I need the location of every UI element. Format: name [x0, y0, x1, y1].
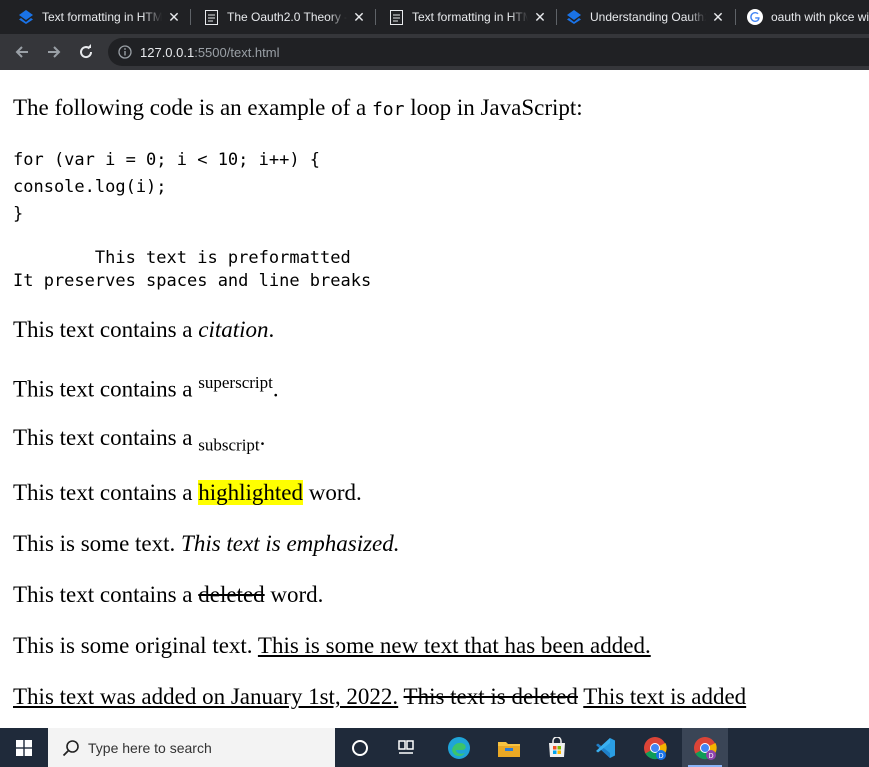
task-view-button[interactable]: [383, 728, 429, 767]
pre-line-2: It preserves spaces and line breaks: [13, 271, 372, 291]
cortana-icon: [352, 739, 368, 756]
highlight-text: This text contains a: [13, 480, 199, 505]
superscript-text: This text contains a: [13, 376, 199, 402]
citation-text: This text contains a: [13, 317, 199, 342]
pre-line-1: This text is preformatted: [13, 248, 351, 268]
task-view-icon: [398, 739, 414, 754]
url-path: :5500/text.html: [194, 44, 280, 60]
emphasized-text: This text is emphasized.: [181, 531, 400, 556]
svg-text:D: D: [658, 753, 663, 760]
highlight-text-end: word.: [303, 480, 362, 505]
document-icon: [203, 9, 219, 25]
url-host: 127.0.0.1: [140, 44, 195, 60]
tab-strip: Text formatting in HTM ✕ The Oauth2.0 Th…: [0, 0, 869, 34]
code-line-1: for (var i = 0; i < 10; i++) {: [13, 150, 321, 170]
deleted-text-end: word.: [264, 582, 324, 607]
inserted-text: This is some new text that has been adde…: [257, 633, 651, 658]
tab-title: oauth with pkce wi: [771, 10, 869, 24]
tab-separator: [735, 9, 736, 25]
deleted-text: This text contains a: [13, 582, 199, 607]
vscode-button[interactable]: [582, 728, 628, 767]
inserted-date-text: This text was added on January 1st, 2022…: [13, 684, 399, 709]
tab-separator: [190, 9, 191, 25]
period: .: [272, 376, 279, 402]
taskbar-search-box[interactable]: Type here to search: [48, 728, 335, 767]
emphasis-paragraph: This is some text. This text is emphasiz…: [13, 531, 400, 557]
edge-icon: [448, 736, 470, 759]
chrome-button-active[interactable]: D: [682, 728, 728, 767]
close-icon[interactable]: ✕: [532, 9, 548, 26]
added-text: This text is added: [583, 684, 747, 709]
subscript-word: subscript: [198, 435, 260, 455]
superscript-paragraph: This text contains a superscript.: [13, 373, 279, 403]
code-line-3: }: [13, 204, 24, 224]
svg-text:D: D: [708, 753, 713, 760]
tab-title: The Oauth2.0 Theory -: [227, 10, 347, 24]
tab-oauth-pkce[interactable]: oauth with pkce wi: [737, 0, 869, 34]
document-icon: [388, 9, 404, 25]
tab-text-formatting-1[interactable]: Text formatting in HTM ✕: [8, 0, 188, 34]
highlighted-word: highlighted: [198, 480, 304, 505]
edge-button[interactable]: [436, 728, 482, 767]
period: .: [259, 425, 266, 450]
stack-icon: [566, 9, 582, 25]
search-placeholder: Type here to search: [88, 739, 212, 756]
store-button[interactable]: [534, 728, 580, 767]
forward-button[interactable]: [42, 40, 66, 64]
stack-icon: [18, 9, 34, 25]
google-icon: [747, 9, 763, 25]
deleted-word: deleted: [198, 582, 265, 607]
deleted-text-strike: This text is deleted: [403, 684, 578, 709]
citation-word: citation: [198, 317, 269, 342]
intro-text-end: loop in JavaScript:: [404, 95, 583, 120]
inserted-paragraph: This is some original text. This is some…: [13, 633, 651, 659]
deleted-paragraph: This text contains a deleted word.: [13, 582, 323, 608]
windows-logo-icon: [16, 739, 32, 756]
store-icon: [549, 736, 565, 757]
inline-code-for: for: [371, 99, 405, 120]
original-text: This is some original text.: [13, 633, 258, 658]
taskbar: Type here to search D D: [0, 728, 869, 767]
period: .: [268, 317, 275, 342]
tab-title: Understanding Oauth2.: [590, 10, 706, 24]
tab-title: Text formatting in HTM: [412, 10, 528, 24]
citation-paragraph: This text contains a citation.: [13, 317, 274, 343]
start-button[interactable]: [0, 728, 48, 767]
tab-separator: [375, 9, 376, 25]
info-icon[interactable]: [118, 45, 132, 59]
url-text: 127.0.0.1:5500/text.html: [140, 45, 280, 60]
close-icon[interactable]: ✕: [166, 9, 182, 26]
file-explorer-button[interactable]: [486, 728, 532, 767]
search-icon: [62, 739, 79, 756]
chrome-icon: D: [644, 736, 667, 760]
reload-icon: [80, 44, 93, 59]
close-icon[interactable]: ✕: [351, 9, 367, 26]
code-line-2: console.log(i);: [13, 177, 167, 197]
intro-text: The following code is an example of a: [13, 95, 372, 120]
tab-oauth-theory[interactable]: The Oauth2.0 Theory - ✕: [193, 0, 373, 34]
subscript-text: This text contains a: [13, 425, 199, 450]
address-bar[interactable]: 127.0.0.1:5500/text.html: [108, 38, 869, 66]
tab-text-formatting-2[interactable]: Text formatting in HTM ✕: [378, 0, 554, 34]
highlight-paragraph: This text contains a highlighted word.: [13, 480, 362, 506]
edit-history-paragraph: This text was added on January 1st, 2022…: [13, 684, 746, 710]
vscode-icon: [596, 737, 615, 758]
tab-title: Text formatting in HTM: [42, 10, 162, 24]
reload-button[interactable]: [74, 40, 98, 64]
forward-arrow-icon: [48, 46, 61, 58]
browser-toolbar: 127.0.0.1:5500/text.html: [0, 34, 869, 70]
tab-understanding-oauth[interactable]: Understanding Oauth2. ✕: [556, 0, 732, 34]
superscript-word: superscript: [198, 373, 273, 392]
chrome-icon: D: [694, 736, 717, 760]
subscript-paragraph: This text contains a subscript.: [13, 425, 265, 456]
chrome-button[interactable]: D: [632, 728, 678, 767]
back-button[interactable]: [10, 40, 34, 64]
file-explorer-icon: [498, 741, 520, 757]
close-icon[interactable]: ✕: [710, 9, 726, 26]
cortana-button[interactable]: [337, 728, 383, 767]
page-content: The following code is an example of a fo…: [0, 70, 869, 728]
emphasis-text: This is some text.: [13, 531, 182, 556]
back-arrow-icon: [15, 46, 28, 58]
intro-paragraph: The following code is an example of a fo…: [13, 95, 583, 121]
